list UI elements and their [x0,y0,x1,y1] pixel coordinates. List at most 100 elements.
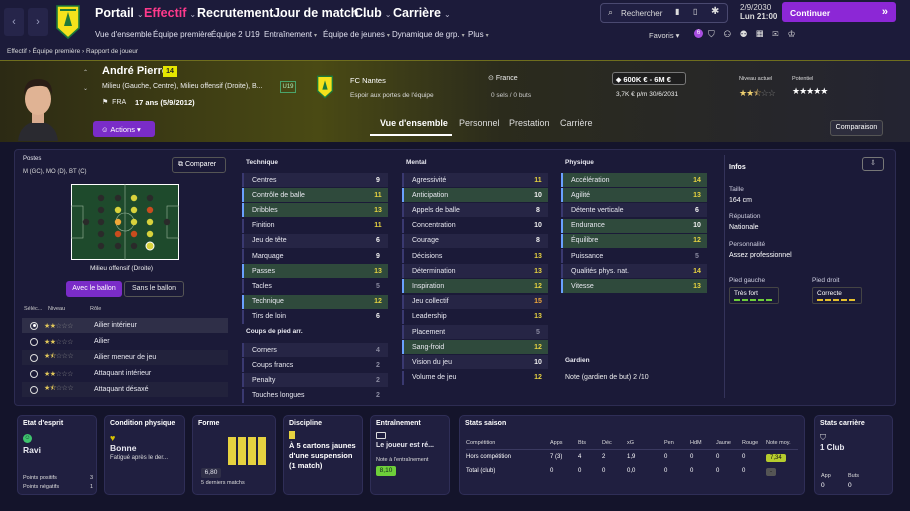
menu-carriere[interactable]: Carrière ⌄ [393,6,451,20]
card-career-stats[interactable]: Stats carrière ⛉ 1 Club App 0 Buts 0 [814,415,893,495]
notebook-icon[interactable]: ▯ [693,7,697,16]
attribute-row[interactable]: Inspiration 12 [402,279,548,294]
back-button[interactable]: ‹ [4,8,24,36]
submenu-equipe-jeunes[interactable]: Équipe de jeunes ▾ [323,30,390,39]
people-icon[interactable]: ⚇ [724,29,740,39]
menu-effectif[interactable]: Effectif ⌄ [144,6,196,20]
submenu-plus[interactable]: Plus ▾ [468,30,489,39]
role-row-attaquant-desaxe[interactable]: ★⯪☆☆☆ Attaquant désaxé [22,382,228,397]
attribute-row[interactable]: Courage 8 [402,233,548,248]
squad-badge[interactable]: U19 [280,81,296,93]
radio[interactable] [30,385,38,394]
continue-button[interactable]: Continuer » [782,2,896,22]
breadcrumb-item[interactable]: Effectif [7,48,27,55]
attribute-row[interactable]: Contrôle de balle 11 [242,188,388,203]
card-discipline[interactable]: Discipline À 5 cartons jaunes d'une susp… [283,415,363,495]
attribute-row[interactable]: Marquage 9 [242,249,388,263]
gear-icon[interactable]: ✱ [711,6,719,17]
comparison-button[interactable]: Comparaison [830,120,883,136]
chevron-down-icon: ⌄ [189,10,197,19]
card-form[interactable]: Forme 6,80 5 derniers matchs [192,415,276,495]
submenu-equipe-2[interactable]: Équipe 2 [211,30,243,39]
attribute-row[interactable]: Centres 9 [242,173,388,187]
attribute-row[interactable]: Penalty 2 [242,373,388,388]
attribute-row[interactable]: Placement 5 [402,325,548,339]
attribute-row[interactable]: Agilité 13 [561,188,707,203]
attribute-row[interactable]: Sang-froid 12 [402,340,548,355]
mail-icon[interactable]: ✉ [772,29,787,39]
attribute-row[interactable]: Jeu de tête 6 [242,233,388,248]
tab-vue-ensemble[interactable]: Vue d'ensemble [380,118,448,128]
attribute-row[interactable]: Appels de balle 8 [402,203,548,218]
menu-club[interactable]: Club ⌄ [354,6,391,20]
attribute-row[interactable]: Leadership 13 [402,309,548,324]
shirt-icon[interactable]: ⛉ [708,29,724,39]
info-export-button[interactable]: ⇩ [862,157,884,171]
role-row-ailier-meneur[interactable]: ★⯪☆☆☆ Ailier meneur de jeu [22,350,228,365]
card-season-stats[interactable]: Stats saison Compétition Apps Bts Déc xG Pen H… [459,415,805,495]
attribute-row[interactable]: Détente verticale 6 [561,203,707,218]
card-training[interactable]: Entraînement Le joueur est ré... Note à … [370,415,450,495]
club-logo[interactable] [55,4,81,40]
compare-button[interactable]: ⧉ Comparer [172,157,226,173]
attribute-row[interactable]: Tirs de loin 6 [242,309,388,324]
attribute-row[interactable]: Finition 11 [242,218,388,233]
attribute-row[interactable]: Détermination 13 [402,264,548,279]
attribute-row[interactable]: Passes 13 [242,264,388,279]
attribute-row[interactable]: Dribbles 13 [242,203,388,218]
without-ball-toggle[interactable]: Sans le ballon [124,281,184,297]
attribute-row[interactable]: Vision du jeu 10 [402,355,548,370]
tab-personnel[interactable]: Personnel [459,118,500,128]
club-logo-small[interactable] [316,75,334,99]
calendar-icon[interactable]: ▦ [756,29,772,39]
submenu-vue-ensemble[interactable]: Vue d'ensemble [95,30,152,39]
attribute-row[interactable]: Anticipation 10 [402,188,548,203]
favorites-dropdown[interactable]: Favoris ▾ [649,31,679,40]
attribute-row[interactable]: Équilibre 12 [561,233,707,248]
attribute-row[interactable]: Puissance 5 [561,249,707,263]
trophy-icon[interactable]: ♔ [788,29,805,39]
prev-player-icon[interactable]: ⌃ [83,69,88,76]
forward-button[interactable]: › [28,8,48,36]
attribute-row[interactable]: Jeu collectif 15 [402,294,548,309]
attribute-row[interactable]: Tacles 5 [242,279,388,294]
radio[interactable] [30,369,38,378]
attribute-row[interactable]: Accélération 14 [561,173,707,187]
attribute-row[interactable]: Volume de jeu 12 [402,370,548,385]
card-condition[interactable]: Condition physique ♥ Bonne Fatigué après… [104,415,185,495]
attribute-row[interactable]: Corners 4 [242,343,388,357]
attribute-row[interactable]: Concentration 10 [402,218,548,233]
radio[interactable] [30,337,38,346]
attribute-row[interactable]: Décisions 13 [402,249,548,263]
attribute-row[interactable]: Qualités phys. nat. 14 [561,264,707,279]
search-bar[interactable]: ⌕ Rechercher ▮ ▯ ✱ [600,3,728,23]
goalkeeper-value: 2 /10 [633,374,649,381]
attribute-row[interactable]: Agressivité 11 [402,173,548,187]
attribute-value: 2 [376,376,380,384]
role-row-ailier[interactable]: ★★☆☆☆ Ailier [22,334,228,349]
submenu-equipe-premiere[interactable]: Équipe première [153,30,212,39]
menu-portail[interactable]: Portail ⌄ [95,6,144,20]
role-row-attaquant-interieur[interactable]: ★★☆☆☆ Attaquant intérieur [22,366,228,381]
tab-carriere[interactable]: Carrière [560,118,593,128]
card-morale[interactable]: Etat d'esprit ☺ Ravi Points positifs 3 Po… [17,415,97,495]
role-row-ailier-interieur[interactable]: ★★☆☆☆ Ailier intérieur [22,318,228,333]
breadcrumb-item[interactable]: Équipe première [33,48,81,55]
with-ball-toggle[interactable]: Avec le ballon [66,281,122,297]
attribute-row[interactable]: Endurance 10 [561,218,707,233]
attribute-row[interactable]: Vitesse 13 [561,279,707,294]
next-player-icon[interactable]: ⌄ [83,85,88,92]
submenu-entrainement[interactable]: Entraînement ▾ [264,30,317,39]
submenu-dynamique[interactable]: Dynamique de grp. ▾ [392,30,465,39]
clipboard-icon[interactable]: ▮ [675,7,679,16]
attribute-row[interactable]: Coups francs 2 [242,358,388,373]
radio-selected[interactable] [30,321,38,330]
tab-prestation[interactable]: Prestation [509,118,550,128]
attribute-row[interactable]: Touches longues 2 [242,388,388,403]
club-name[interactable]: FC Nantes [350,76,386,85]
group-icon[interactable]: ⚉ [740,29,756,39]
menu-recrutement[interactable]: Recrutement ⌄ [197,6,283,20]
submenu-u19[interactable]: U19 [245,30,260,39]
radio[interactable] [30,353,38,362]
attribute-row[interactable]: Technique 12 [242,294,388,309]
